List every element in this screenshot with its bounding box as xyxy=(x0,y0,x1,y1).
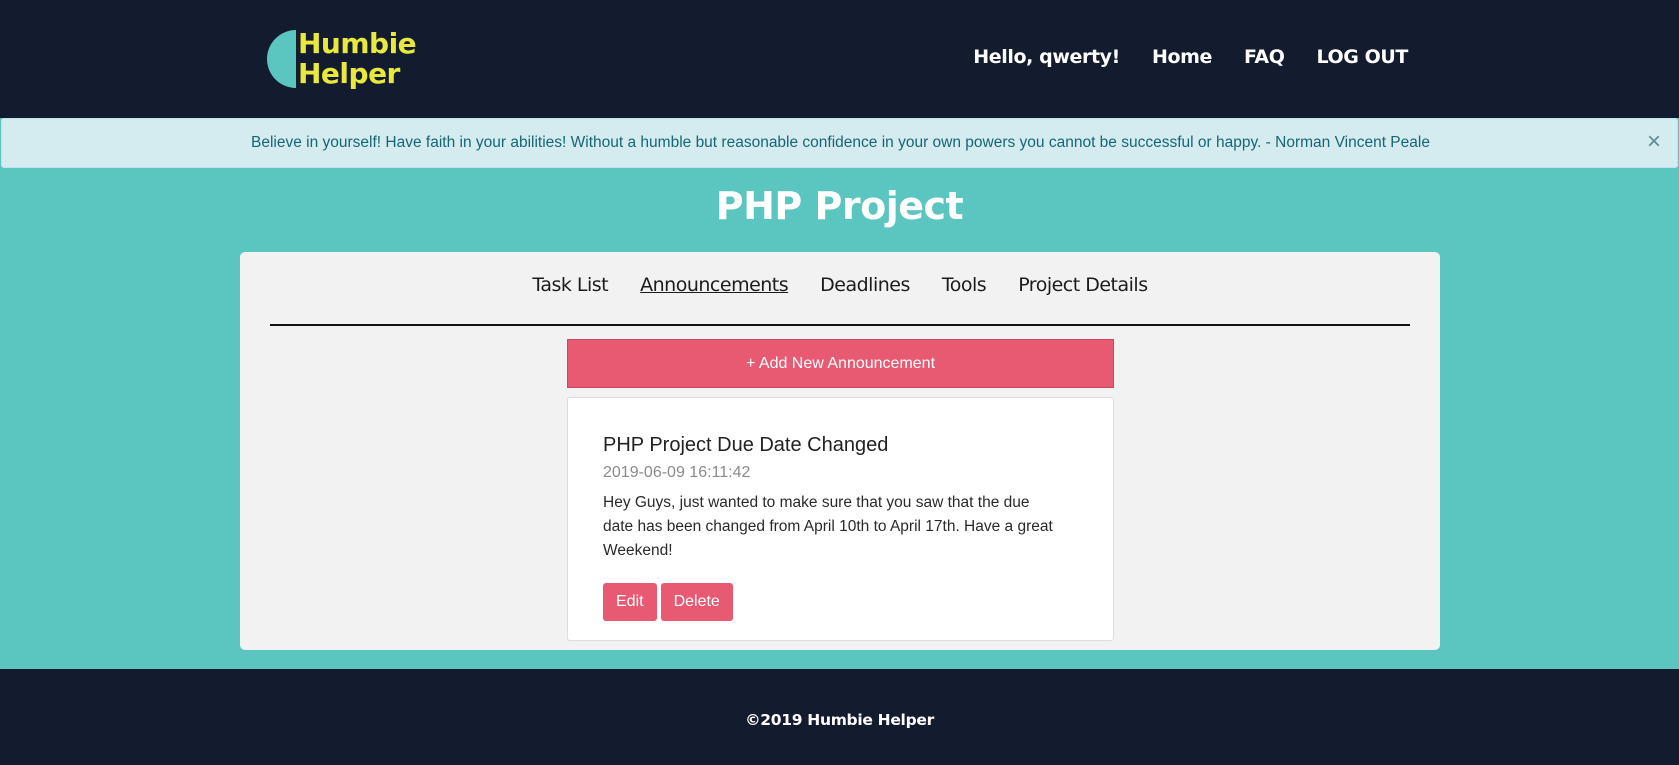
quote-text: Believe in yourself! Have faith in your … xyxy=(251,134,1430,151)
tab-tools[interactable]: Tools xyxy=(942,274,987,296)
tab-announcements[interactable]: Announcements xyxy=(640,274,789,296)
humbie-helper-logo[interactable]: Humbie Helper xyxy=(267,29,427,93)
logo-line-1: Humbie xyxy=(298,27,417,60)
announcement-date: 2019-06-09 16:11:42 xyxy=(603,464,751,481)
project-panel: Task List Announcements Deadlines Tools … xyxy=(240,252,1440,650)
logo-line-2: Helper xyxy=(298,57,400,90)
tab-deadlines[interactable]: Deadlines xyxy=(820,274,910,296)
logo-text: Humbie Helper xyxy=(298,27,417,90)
announcement-title: PHP Project Due Date Changed xyxy=(603,434,889,456)
logout-link[interactable]: LOG OUT xyxy=(1316,46,1408,68)
tab-task-list[interactable]: Task List xyxy=(532,274,608,296)
home-link[interactable]: Home xyxy=(1152,46,1212,68)
close-icon[interactable]: × xyxy=(1647,129,1661,155)
announcement-card: PHP Project Due Date Changed 2019-06-09 … xyxy=(567,397,1114,641)
footer: ©2019 Humbie Helper xyxy=(0,669,1679,765)
top-navbar: Humbie Helper Hello, qwerty! Home FAQ LO… xyxy=(0,0,1679,118)
footer-copyright: ©2019 Humbie Helper xyxy=(745,711,934,729)
tab-project-details[interactable]: Project Details xyxy=(1018,274,1148,296)
project-tabs: Task List Announcements Deadlines Tools … xyxy=(240,274,1440,296)
page-title: PHP Project xyxy=(715,184,964,228)
announcement-actions: Edit Delete xyxy=(603,583,733,621)
quote-alert: Believe in yourself! Have faith in your … xyxy=(1,118,1678,168)
greeting-link[interactable]: Hello, qwerty! xyxy=(973,46,1120,68)
nav-links: Hello, qwerty! Home FAQ LOG OUT xyxy=(973,42,1408,72)
tabs-divider xyxy=(270,324,1410,326)
announcement-body: Hey Guys, just wanted to make sure that … xyxy=(603,494,1053,559)
edit-button[interactable]: Edit xyxy=(603,583,657,621)
logo-half-circle-icon xyxy=(267,30,296,88)
add-announcement-button[interactable]: + Add New Announcement xyxy=(567,339,1114,388)
faq-link[interactable]: FAQ xyxy=(1244,46,1285,68)
delete-button[interactable]: Delete xyxy=(660,583,733,621)
